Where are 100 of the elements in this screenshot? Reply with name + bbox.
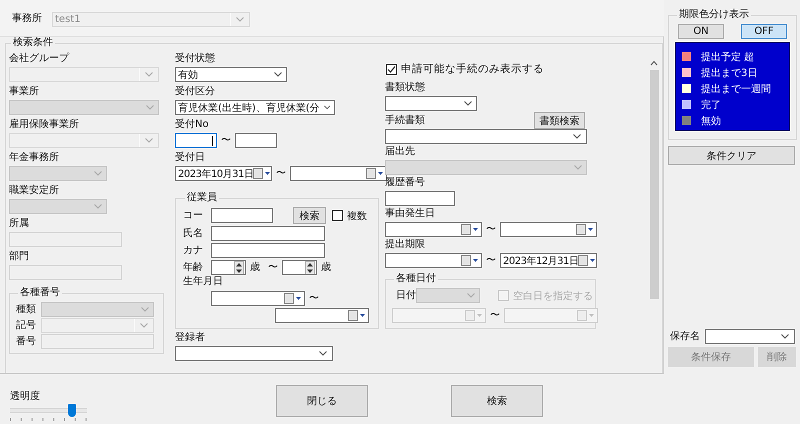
- group-title: 各種日付: [395, 273, 437, 285]
- date-field[interactable]: 2023年10月31日: [175, 166, 272, 181]
- legend-label: 完了: [701, 98, 721, 112]
- checkbox-label: 空白日を指定する: [513, 290, 593, 302]
- range-separator: 〜: [268, 260, 278, 274]
- clear-button[interactable]: 条件クリア: [668, 146, 795, 165]
- checkbox[interactable]: [332, 210, 343, 221]
- caret-icon: [236, 16, 244, 22]
- dropdown-field[interactable]: [175, 346, 333, 361]
- caret-icon: [94, 171, 102, 176]
- date-field[interactable]: [385, 222, 482, 237]
- number-field[interactable]: [211, 260, 246, 275]
- legend-label: 無効: [701, 114, 721, 128]
- date-field[interactable]: [385, 253, 482, 268]
- search-button[interactable]: 検索: [451, 385, 543, 417]
- field-label: 雇用保険事業所: [9, 118, 80, 132]
- field-label: 提出期限: [385, 238, 426, 252]
- text-cursor: [212, 136, 213, 146]
- text-field[interactable]: [385, 191, 455, 206]
- date-field[interactable]: 2023年12月31日: [500, 253, 597, 268]
- checkbox-label: 申請可能な手続のみ表示する: [401, 62, 544, 76]
- caret-icon: [324, 105, 330, 110]
- caret-icon: [319, 351, 327, 356]
- text-field[interactable]: [175, 133, 217, 148]
- scrollbar-thumb[interactable]: [650, 70, 658, 299]
- field-label: 記号: [16, 318, 37, 332]
- field-label: 年齢: [183, 260, 204, 274]
- dropdown-field[interactable]: [705, 329, 795, 344]
- close-button[interactable]: 閉じる: [276, 385, 368, 417]
- calendar-icon[interactable]: [284, 293, 302, 304]
- unit-label: 歳: [321, 260, 331, 274]
- calendar-icon[interactable]: [348, 310, 366, 321]
- field-label: 氏名: [183, 226, 204, 240]
- field-label: 事由発生日: [385, 207, 436, 221]
- field-label: 受付No: [175, 118, 210, 132]
- group-title: 従業員: [186, 192, 218, 204]
- slider-thumb[interactable]: [68, 404, 76, 417]
- caret-icon: [140, 323, 148, 328]
- field-label: 職業安定所: [9, 184, 60, 198]
- field-label: 所属: [9, 217, 30, 231]
- toggle-button[interactable]: ON: [678, 24, 724, 39]
- text-field[interactable]: [211, 226, 325, 241]
- text-field[interactable]: [211, 208, 273, 223]
- range-separator: 〜: [221, 134, 231, 148]
- field-label: 部門: [9, 250, 30, 264]
- range-separator: 〜: [309, 292, 319, 306]
- caret-icon: [146, 105, 154, 110]
- calendar-icon[interactable]: [576, 224, 594, 235]
- field-label: 受付日: [175, 151, 206, 165]
- spinner-icon[interactable]: [305, 261, 315, 274]
- field-label: コー: [183, 208, 204, 222]
- text-field[interactable]: [211, 243, 325, 258]
- date-field[interactable]: [275, 308, 369, 323]
- field-label: 生年月日: [183, 276, 223, 287]
- checkbox[interactable]: [386, 64, 397, 74]
- field-label: 受付状態: [175, 52, 216, 66]
- number-field[interactable]: [282, 260, 317, 275]
- scroll-up-icon[interactable]: [650, 60, 658, 66]
- field-label: 事務所: [12, 12, 42, 26]
- field-label: カナ: [183, 244, 204, 258]
- caret-icon: [573, 134, 581, 139]
- range-separator: 〜: [486, 254, 496, 268]
- search-button[interactable]: 検索: [293, 207, 326, 224]
- caret-icon: [145, 138, 153, 143]
- field-label: 登録者: [175, 331, 206, 345]
- spinner-icon[interactable]: [234, 261, 244, 274]
- range-separator: 〜: [276, 166, 286, 180]
- legend-label: 提出予定 超: [701, 50, 754, 64]
- caret-icon: [94, 204, 102, 209]
- caret-icon: [781, 334, 789, 339]
- dropdown-field[interactable]: 有効: [175, 67, 287, 82]
- text-field[interactable]: [235, 133, 277, 148]
- date-field[interactable]: [500, 222, 597, 237]
- calendar-icon[interactable]: [578, 255, 596, 266]
- calendar-icon[interactable]: [366, 168, 384, 179]
- caret-icon: [274, 72, 282, 77]
- calendar-icon[interactable]: [461, 255, 479, 266]
- dropdown-field[interactable]: [385, 96, 477, 111]
- document-search-button[interactable]: 書類検索: [534, 112, 585, 129]
- dropdown-field[interactable]: [385, 129, 587, 144]
- dropdown-field[interactable]: 育児休業(出生時)、育児休業(分: [175, 100, 335, 115]
- field-label: 番号: [16, 334, 37, 348]
- field-label: 日付: [395, 288, 416, 302]
- field-label: 受付区分: [175, 85, 216, 99]
- date-field[interactable]: [211, 291, 305, 306]
- legend-label: 提出まで3日: [701, 66, 758, 80]
- field-label: 書類状態: [385, 81, 426, 95]
- field-label: 事業所: [9, 85, 40, 99]
- field-label: 種類: [16, 302, 37, 316]
- calendar-icon[interactable]: [461, 224, 479, 235]
- field-label: 会社グループ: [9, 52, 70, 66]
- checkbox-label: 複数: [347, 210, 367, 222]
- group-title: 期限色分け表示: [678, 9, 750, 21]
- toggle-button[interactable]: OFF: [741, 24, 787, 39]
- field-label: 手続書類: [385, 114, 425, 128]
- caret-icon: [464, 101, 472, 106]
- date-field[interactable]: [290, 166, 387, 181]
- group-title: 検索条件: [12, 37, 54, 49]
- legend-label: 提出まで一週間: [701, 82, 771, 96]
- calendar-icon[interactable]: [253, 168, 271, 179]
